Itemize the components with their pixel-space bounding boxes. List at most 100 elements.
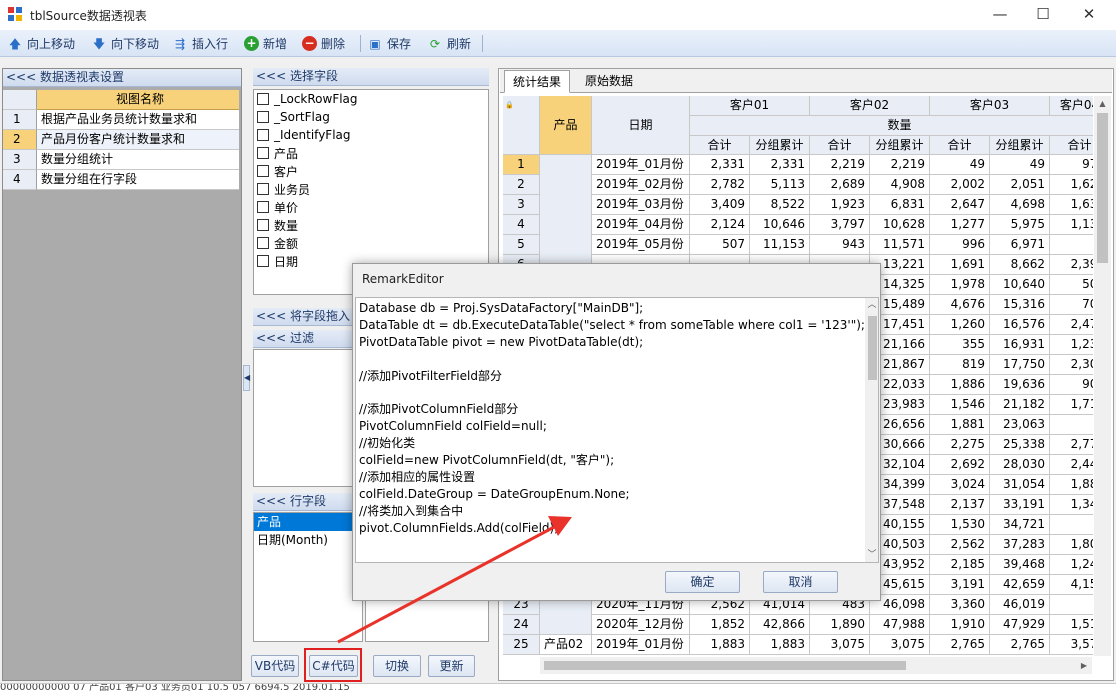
collapse-arrow-icon[interactable]: ◀: [243, 365, 250, 391]
value-cell: 23,063: [990, 415, 1050, 435]
toolbar: 🡅 向上移动 🡇 向下移动 ⇶ 插入行 + 新增 − 删除 ▣ 保存 ⟳ 刷新: [0, 30, 1116, 57]
field-item[interactable]: 业务员: [254, 180, 488, 198]
value-cell: 10,646: [750, 215, 810, 235]
value-cell: 3,797: [810, 215, 870, 235]
value-fields-box[interactable]: [365, 595, 489, 642]
field-checkbox[interactable]: [257, 219, 269, 231]
grid-vscroll-thumb[interactable]: [1097, 113, 1108, 263]
row-field-item[interactable]: 产品: [254, 513, 362, 531]
code-line: Database db = Proj.SysDataFactory["MainD…: [359, 301, 644, 315]
code-text[interactable]: Database db = Proj.SysDataFactory["MainD…: [359, 300, 865, 536]
value-cell: 2,331: [750, 155, 810, 175]
editor-scrollbar[interactable]: ︿ ﹀: [865, 298, 878, 562]
arrow-up-icon: 🡅: [8, 36, 22, 51]
field-item[interactable]: _LockRowFlag: [254, 90, 488, 108]
ok-button[interactable]: 确定: [665, 571, 740, 593]
view-row-number: 3: [3, 150, 37, 170]
field-checkbox[interactable]: [257, 129, 269, 141]
date-cell: 2019年_01月份: [592, 155, 690, 175]
editor-scroll-thumb[interactable]: [868, 316, 877, 380]
field-checkbox[interactable]: [257, 93, 269, 105]
chevron-down-icon[interactable]: ﹀: [865, 548, 878, 562]
refresh-label: 刷新: [447, 37, 472, 51]
field-item[interactable]: 产品: [254, 144, 488, 162]
view-row[interactable]: 3 数量分组统计: [3, 150, 239, 170]
sub-header: 分组累计: [870, 136, 930, 155]
sub-header: 合计: [690, 136, 750, 155]
value-cell: 1,277: [930, 215, 990, 235]
grid-vertical-scrollbar[interactable]: ▲: [1094, 96, 1111, 656]
row-field-item[interactable]: 日期(Month): [254, 531, 362, 549]
minimize-button[interactable]: —: [977, 0, 1023, 30]
move-down-button[interactable]: 🡇 向下移动: [91, 34, 159, 53]
refresh-button[interactable]: ⟳ 刷新: [427, 34, 471, 53]
view-row[interactable]: 1 根据产品业务员统计数量求和: [3, 110, 239, 130]
views-table-header: 视图名称: [3, 90, 239, 110]
field-checkbox[interactable]: [257, 147, 269, 159]
value-cell: 1,883: [690, 635, 750, 655]
scroll-up-icon[interactable]: ▲: [1094, 96, 1111, 112]
field-item[interactable]: 金额: [254, 234, 488, 252]
value-cell: 19,636: [990, 375, 1050, 395]
value-cell: 2,137: [930, 495, 990, 515]
sub-header: 分组累计: [750, 136, 810, 155]
chevron-up-icon[interactable]: ︿: [865, 298, 878, 312]
field-item[interactable]: 单价: [254, 198, 488, 216]
view-row[interactable]: 4 数量分组在行字段: [3, 170, 239, 190]
row-fields-box[interactable]: 产品 日期(Month): [253, 512, 363, 642]
delete-button[interactable]: − 删除: [302, 34, 345, 53]
date-cell: 2019年_01月份: [592, 635, 690, 655]
field-item[interactable]: _IdentifyFlag: [254, 126, 488, 144]
view-row[interactable]: 2 产品月份客户统计数量求和: [3, 130, 239, 150]
value-cell: 6,971: [990, 235, 1050, 255]
value-cell: 42,866: [750, 615, 810, 635]
field-checkbox[interactable]: [257, 237, 269, 249]
tab-raw-data[interactable]: 原始数据: [577, 70, 641, 93]
field-checkbox[interactable]: [257, 201, 269, 213]
select-fields-title: <<< 选择字段: [253, 68, 489, 86]
field-item[interactable]: 客户: [254, 162, 488, 180]
scroll-right-icon[interactable]: ▶: [1076, 657, 1092, 674]
maximize-button[interactable]: ☐: [1020, 0, 1066, 30]
add-button[interactable]: + 新增: [244, 34, 287, 53]
close-button[interactable]: ✕: [1066, 0, 1112, 30]
switch-button[interactable]: 切换: [373, 655, 421, 677]
vb-code-button[interactable]: VB代码: [251, 655, 299, 677]
field-label: _IdentifyFlag: [274, 128, 351, 142]
app-icon: [8, 7, 22, 21]
row-number: 2: [503, 175, 540, 195]
save-button[interactable]: ▣ 保存: [367, 34, 411, 53]
filter-title: <<< 过滤: [253, 330, 363, 348]
row-number: 4: [503, 215, 540, 235]
value-cell: 49: [930, 155, 990, 175]
field-item[interactable]: 数量: [254, 216, 488, 234]
value-cell: 1,886: [930, 375, 990, 395]
field-checkbox[interactable]: [257, 165, 269, 177]
move-up-label: 向上移动: [27, 37, 76, 51]
update-button[interactable]: 更新: [428, 655, 475, 677]
move-up-button[interactable]: 🡅 向上移动: [7, 34, 75, 53]
grid-hscroll-thumb[interactable]: [544, 661, 906, 670]
value-cell: 2,765: [990, 635, 1050, 655]
filter-fields-box[interactable]: [253, 349, 363, 487]
insert-row-label: 插入行: [192, 37, 229, 51]
value-cell: 2,562: [930, 535, 990, 555]
insert-row-button[interactable]: ⇶ 插入行: [172, 34, 228, 53]
toolbar-separator: [482, 35, 483, 52]
value-cell: 1,260: [930, 315, 990, 335]
value-cell: 4,155: [1050, 575, 1093, 595]
field-item[interactable]: _SortFlag: [254, 108, 488, 126]
value-cell: 37,283: [990, 535, 1050, 555]
field-checkbox[interactable]: [257, 255, 269, 267]
cancel-button[interactable]: 取消: [763, 571, 838, 593]
value-cell: 34,721: [990, 515, 1050, 535]
value-cell: 976: [1050, 155, 1093, 175]
grid-horizontal-scrollbar[interactable]: ▶: [540, 657, 1092, 674]
field-checkbox[interactable]: [257, 111, 269, 123]
code-line: //添加相应的属性设置: [359, 469, 476, 484]
tab-results[interactable]: 统计结果: [504, 70, 571, 93]
field-checkbox[interactable]: [257, 183, 269, 195]
value-cell: 25,338: [990, 435, 1050, 455]
code-editor[interactable]: Database db = Proj.SysDataFactory["MainD…: [355, 297, 879, 563]
